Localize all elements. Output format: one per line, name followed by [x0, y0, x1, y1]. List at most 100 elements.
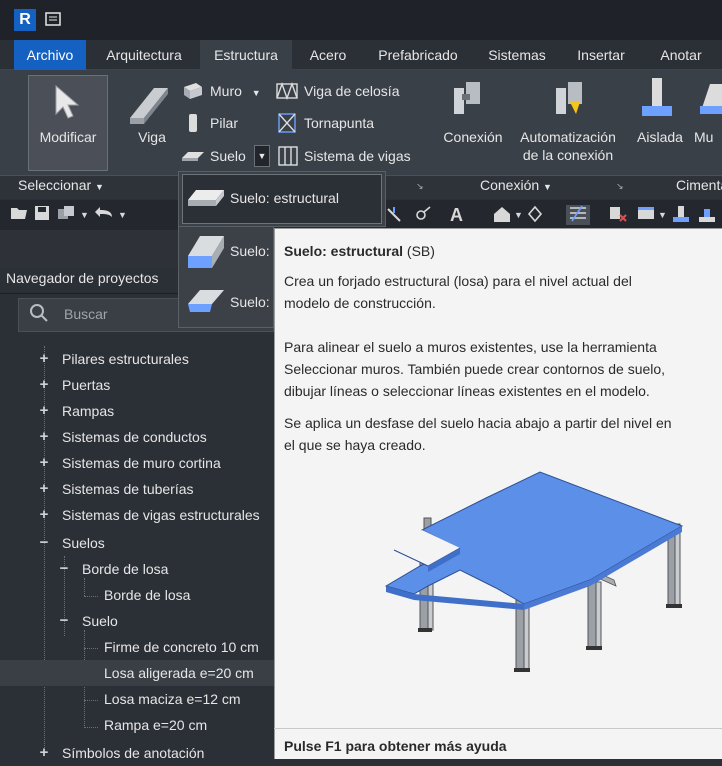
3d-view-icon[interactable] — [492, 205, 512, 225]
brace-icon — [278, 113, 296, 138]
tooltip-desc-4: Seleccionar muros. También puede crear c… — [284, 361, 666, 377]
tab-sistemas[interactable]: Sistemas — [478, 40, 556, 70]
floor-edge-icon — [184, 284, 228, 321]
search-icon — [28, 302, 50, 324]
dropdown-label-3[interactable]: Suelo: — [230, 294, 270, 310]
tooltip-desc-1: Crea un forjado estructural (losa) para … — [284, 273, 632, 289]
beam-system-icon — [278, 146, 298, 171]
tree-item-losa-maciza[interactable]: Losa maciza e=12 cm — [104, 686, 241, 712]
tree-item-firme-concreto[interactable]: Firme de concreto 10 cm — [104, 634, 274, 660]
tree-item-muro-cortina[interactable]: + Sistemas de muro cortina — [38, 450, 221, 476]
truss-icon — [276, 81, 298, 105]
tooltip-help-text: Pulse F1 para obtener más ayuda — [284, 738, 507, 754]
save-icon[interactable] — [34, 205, 50, 225]
foundation-qat-icon[interactable] — [672, 205, 692, 225]
search-placeholder: Buscar — [64, 306, 108, 322]
tab-estructura[interactable]: Estructura — [200, 40, 292, 70]
conexion-button[interactable]: Conexión — [438, 128, 508, 146]
tree-item-simbolos[interactable]: + Símbolos de anotación — [38, 740, 205, 766]
floor-icon — [180, 148, 206, 167]
measure-icon[interactable] — [386, 205, 404, 225]
switch-windows-icon[interactable] — [636, 205, 656, 225]
sync-dropdown-icon[interactable]: ▼ — [80, 205, 89, 225]
tab-acero[interactable]: Acero — [298, 40, 358, 70]
connection-automation-icon — [548, 78, 590, 125]
undo-dropdown-icon[interactable]: ▼ — [118, 205, 127, 225]
panel-cimentacion-label[interactable]: Cimentación — [676, 177, 722, 193]
suelo-button[interactable]: Suelo — [210, 145, 246, 167]
panel-conexion-label[interactable]: Conexión ▼ — [480, 177, 552, 193]
architectural-floor-icon — [184, 228, 228, 277]
tab-arquitectura[interactable]: Arquitectura — [94, 40, 194, 70]
tree-item-conductos[interactable]: + Sistemas de conductos — [38, 424, 207, 450]
project-browser-title: Navegador de proyectos — [6, 270, 159, 286]
tab-insertar[interactable]: Insertar — [562, 40, 640, 70]
tree-item-vigas-estructurales[interactable]: + Sistemas de vigas estructurales — [38, 502, 274, 528]
tab-prefabricado[interactable]: Prefabricado — [364, 40, 472, 70]
floor-illustration — [384, 470, 684, 685]
dropdown-label-1: Suelo: estructural — [230, 190, 339, 206]
tooltip-desc-5: dibujar líneas o seleccionar líneas exis… — [284, 383, 650, 399]
dropdown-label-2[interactable]: Suelo: — [230, 243, 270, 259]
structural-floor-icon — [186, 186, 226, 213]
connection-icon — [448, 78, 488, 123]
column-icon — [186, 112, 200, 139]
tree-item-borde-losa[interactable]: Borde de losa — [104, 582, 190, 608]
sync-icon[interactable] — [56, 205, 76, 225]
undo-icon[interactable] — [94, 205, 114, 225]
revit-logo-icon[interactable]: R — [14, 9, 36, 31]
automatizacion-button[interactable]: Automatización de la conexión — [510, 128, 626, 164]
pilar-button[interactable]: Pilar — [210, 112, 238, 134]
section-icon[interactable] — [526, 205, 544, 225]
aislada-button[interactable]: Aislada — [632, 128, 688, 146]
tab-anotar[interactable]: Anotar — [646, 40, 716, 70]
divider — [274, 728, 722, 729]
tree-branch — [84, 648, 98, 649]
muro-foundation-button[interactable]: Mu — [694, 128, 722, 146]
tree-branch — [84, 700, 98, 701]
file-menu-icon[interactable] — [44, 10, 62, 28]
thin-lines-icon[interactable] — [566, 205, 590, 225]
tooltip-desc-2: modelo de construcción. — [284, 295, 436, 311]
foundation-qat-icon-2[interactable] — [698, 205, 718, 225]
modify-label: Modificar — [39, 129, 97, 145]
muro-button[interactable]: Muro ▼ — [210, 80, 261, 102]
dimension-icon[interactable] — [414, 205, 432, 225]
isolated-foundation-icon — [640, 76, 674, 125]
title-bar — [0, 0, 722, 40]
open-icon[interactable] — [10, 205, 28, 225]
3d-view-dropdown-icon[interactable]: ▼ — [514, 205, 523, 225]
tree-item-suelo-group[interactable]: − Suelo — [58, 608, 118, 634]
tooltip-desc-7: el que se haya creado. — [284, 437, 426, 453]
tree-item-pilares[interactable]: + Pilares estructurales — [38, 346, 189, 372]
text-icon[interactable]: A — [450, 205, 463, 225]
tree-item-rampas[interactable]: + Rampas — [38, 398, 115, 424]
wall-foundation-icon — [696, 78, 722, 123]
tree-item-suelos[interactable]: − Suelos — [38, 530, 105, 556]
viga-button[interactable]: Viga — [126, 128, 178, 146]
sistema-vigas-button[interactable]: Sistema de vigas — [304, 145, 411, 167]
switch-windows-dropdown-icon[interactable]: ▼ — [658, 205, 667, 225]
panel-launcher-icon[interactable]: ↘ — [416, 181, 424, 192]
tree-item-losa-aligerada: Losa aligerada e=20 cm — [104, 665, 254, 681]
tree-branch — [84, 727, 98, 728]
cursor-arrow-icon — [52, 84, 82, 125]
suelo-dropdown-arrow[interactable]: ▼ — [254, 145, 270, 167]
tooltip-title: Suelo: estructural (SB) — [284, 243, 435, 259]
close-hidden-icon[interactable] — [608, 205, 628, 225]
beam-icon — [124, 78, 174, 131]
tooltip-desc-6: Se aplica un desfase del suelo hacia aba… — [284, 415, 672, 431]
tree-item-losa-aligerada-row[interactable]: Losa aligerada e=20 cm — [0, 660, 274, 686]
tree-item-puertas[interactable]: + Puertas — [38, 372, 111, 398]
tree-item-rampa[interactable]: Rampa e=20 cm — [104, 712, 207, 738]
panel-seleccionar-label[interactable]: Seleccionar ▼ — [18, 177, 104, 193]
tree-item-tuberias[interactable]: + Sistemas de tuberías — [38, 476, 194, 502]
viga-celosia-button[interactable]: Viga de celosía — [304, 80, 399, 102]
tree-branch — [84, 596, 98, 597]
panel-launcher-icon-2[interactable]: ↘ — [616, 181, 624, 192]
tree-item-borde-losa-group[interactable]: − Borde de losa — [58, 556, 169, 582]
wall-icon — [182, 81, 204, 106]
tornapunta-button[interactable]: Tornapunta — [304, 112, 374, 134]
tab-archivo[interactable]: Archivo — [14, 40, 86, 70]
tooltip-desc-3: Para alinear el suelo a muros existentes… — [284, 339, 657, 355]
